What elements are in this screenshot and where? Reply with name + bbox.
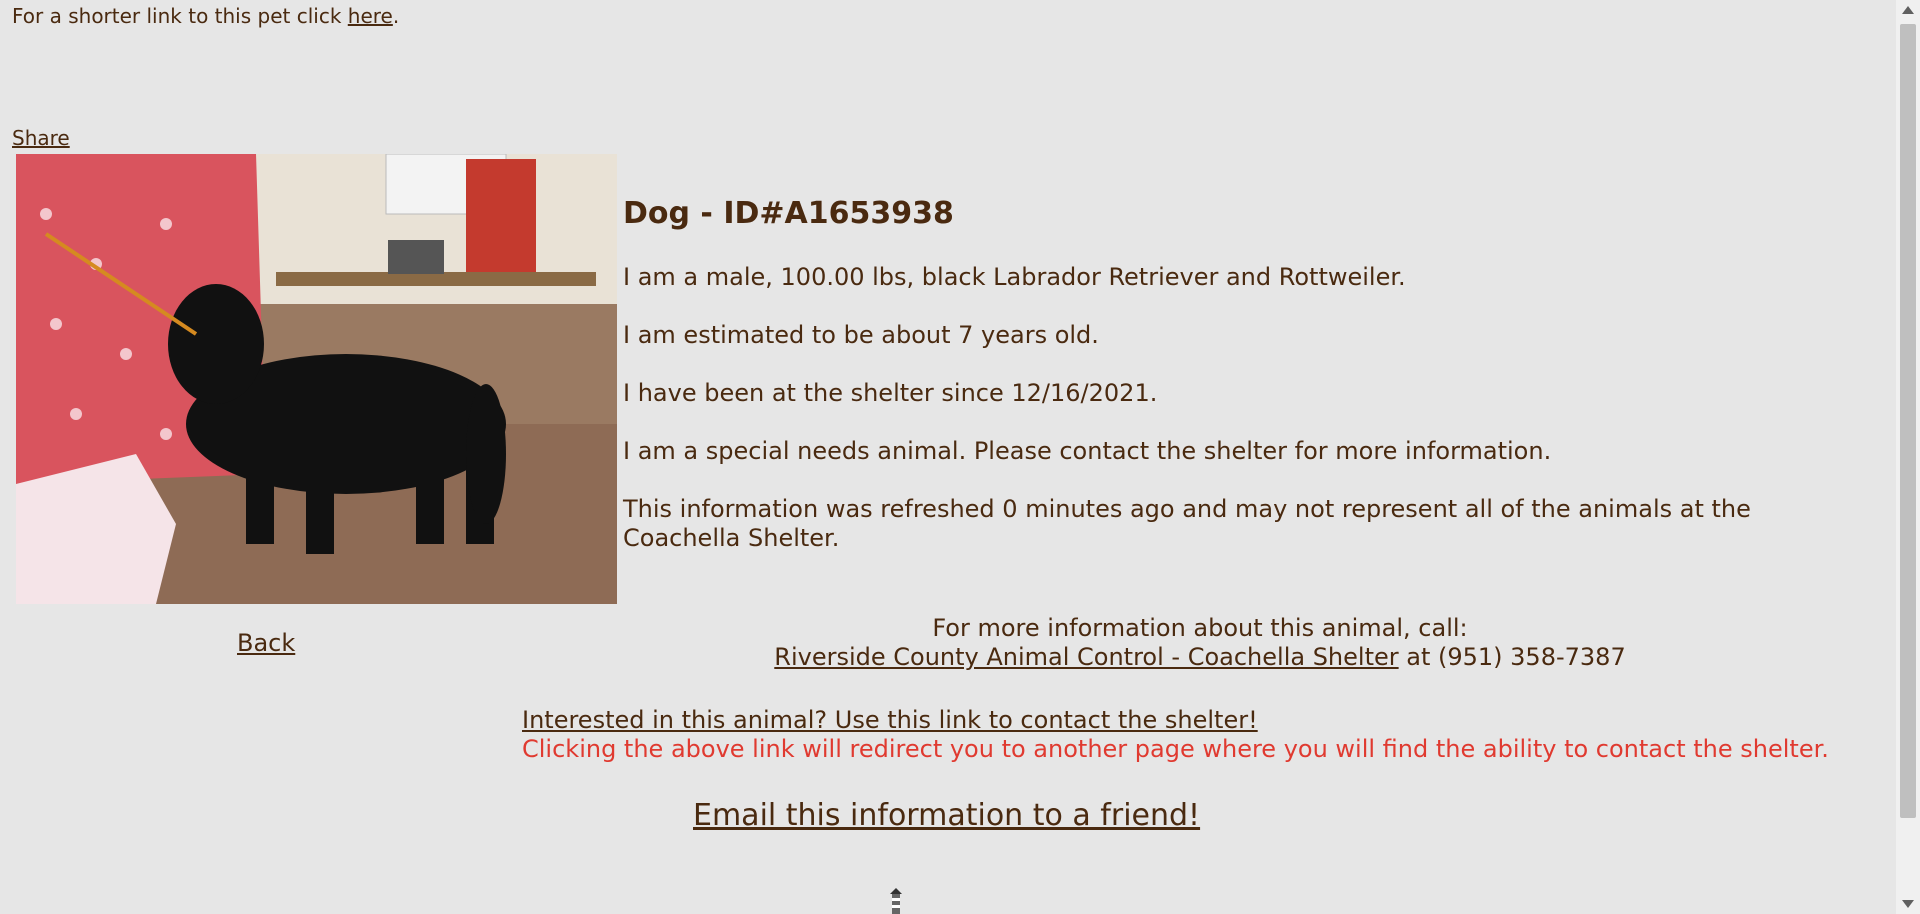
- scrollbar[interactable]: [1896, 0, 1920, 914]
- shortlink-here-link[interactable]: here: [348, 4, 393, 28]
- back-link[interactable]: Back: [237, 629, 295, 657]
- scroll-thumb[interactable]: [1900, 24, 1916, 818]
- shortlink-suffix: .: [392, 4, 400, 28]
- animal-refresh-line: This information was refreshed 0 minutes…: [623, 495, 1751, 552]
- shortlink-text: For a shorter link to this pet click her…: [12, 4, 399, 28]
- scroll-up-icon[interactable]: [1902, 6, 1914, 14]
- animal-special-needs-line: I am a special needs animal. Please cont…: [623, 437, 1552, 465]
- animal-title: Dog - ID#A1653938: [623, 196, 954, 231]
- shortlink-prefix: For a shorter link to this pet click: [12, 4, 348, 28]
- scroll-down-icon[interactable]: [1902, 900, 1914, 908]
- lighthouse-icon: [890, 888, 902, 914]
- share-link[interactable]: Share: [12, 126, 70, 150]
- shelter-phone: at (951) 358-7387: [1398, 643, 1626, 671]
- dog-photo-illustration: [16, 154, 617, 604]
- animal-info: Dog - ID#A1653938 I am a male, 100.00 lb…: [623, 196, 1823, 582]
- contact-shelter-link[interactable]: Interested in this animal? Use this link…: [522, 706, 1258, 734]
- animal-description-line: I am a male, 100.00 lbs, black Labrador …: [623, 263, 1406, 291]
- interested-block: Interested in this animal? Use this link…: [522, 706, 1829, 764]
- animal-age-line: I am estimated to be about 7 years old.: [623, 321, 1099, 349]
- shelter-phone-line: Riverside County Animal Control - Coache…: [520, 643, 1880, 672]
- email-friend-link[interactable]: Email this information to a friend!: [693, 798, 1200, 833]
- animal-intake-line: I have been at the shelter since 12/16/2…: [623, 379, 1158, 407]
- call-info: For more information about this animal, …: [520, 614, 1880, 672]
- animal-photo: [16, 154, 617, 604]
- redirect-note: Clicking the above link will redirect yo…: [522, 735, 1829, 763]
- call-prompt: For more information about this animal, …: [932, 614, 1468, 642]
- shelter-link[interactable]: Riverside County Animal Control - Coache…: [774, 643, 1398, 671]
